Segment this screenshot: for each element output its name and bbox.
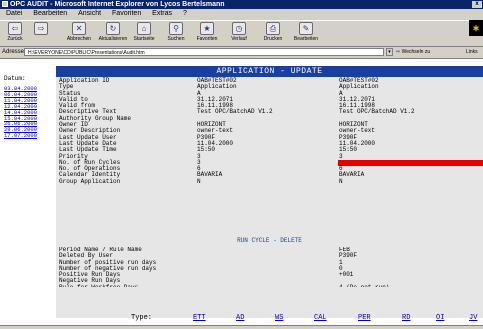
type-link-oi[interactable]: OI [436,312,444,324]
menu-ansicht[interactable]: Ansicht [78,10,101,17]
audit-panel: APPLICATION - UPDATE Application ID OAB#T… [56,66,483,322]
search-button[interactable]: ⚲ Suchen [164,22,188,42]
type-link-per[interactable]: PER [358,312,371,324]
close-button[interactable]: x [472,1,482,8]
status-bar [0,325,483,329]
date-list: 03.04.2000 06.04.2000 11.04.2000 12.04.2… [4,86,37,139]
home-button[interactable]: ⌂ Startseite [131,22,157,42]
type-link-ett[interactable]: ETT [193,312,206,324]
old-value: N [197,177,201,185]
home-icon: ⌂ [137,22,151,35]
date-label: Datum: [4,75,26,82]
date-link[interactable]: 17.07.2000 [4,133,37,139]
type-link-cal[interactable]: CAL [314,312,327,324]
stop-icon: ✕ [72,22,86,35]
field-label: Rule for Workfree Days [59,284,138,287]
date-sidebar: Datum: 03.04.2000 06.04.2000 11.04.2000 … [0,59,52,325]
type-link-ws[interactable]: WS [275,312,283,324]
type-link-jv[interactable]: JV [469,312,477,324]
field-value: 4 (Do not run) [339,284,389,287]
print-button[interactable]: ⎙ Drucken [262,22,284,42]
address-bar: Adresse H:\EVERYONE\CD\PUBLIC\Presentati… [0,47,483,58]
menu-extras[interactable]: Extras [152,10,172,17]
run-cycle-table: Period Name / Rule Name FEB Deleted By Use… [58,247,482,287]
print-icon: ⎙ [266,22,280,35]
section2-header: RUN CYCLE - DELETE [56,237,483,245]
address-label: Adresse [2,49,25,55]
back-button[interactable]: ⇦ Zurück [4,22,26,42]
forward-button[interactable]: ⇨ [32,22,50,36]
go-arrow-icon: ⇨ [396,49,401,55]
table-row: Rule for Workfree Days 4 (Do not run) [58,284,482,287]
type-label: Type: [131,314,153,322]
type-links: Type: ETT AD WS CAL PER RD OI JV [56,312,483,324]
address-dropdown-icon[interactable]: ▾ [386,48,393,56]
menu-datei[interactable]: Datei [6,10,22,17]
menu-favoriten[interactable]: Favoriten [112,10,141,17]
favorites-button[interactable]: ★ Favoriten [195,22,219,42]
table-row: Group Application N N [58,177,482,185]
type-link-ad[interactable]: AD [236,312,244,324]
menu-help[interactable]: ? [183,10,187,17]
title-bar: OPC AUDIT - Microsoft Internet Explorer … [0,0,483,9]
menu-bearbeiten[interactable]: Bearbeiten [33,10,67,17]
refresh-button[interactable]: ↻ Aktualisieren [96,22,130,42]
new-value: N [339,177,343,185]
back-arrow-icon: ⇦ [8,22,22,35]
history-button[interactable]: ◷ Verlauf [228,22,250,42]
edit-icon: ✎ [299,22,313,35]
forward-arrow-icon: ⇨ [34,22,48,35]
menu-bar: Datei Bearbeiten Ansicht Favoriten Extra… [0,9,483,19]
refresh-icon: ↻ [106,22,120,35]
history-icon: ◷ [232,22,246,35]
field-label: Group Application [59,177,121,185]
favorites-icon: ★ [200,22,214,35]
page-content: Datum: 03.04.2000 06.04.2000 11.04.2000 … [0,58,483,325]
links-button[interactable]: Links [466,47,478,58]
address-input[interactable]: H:\EVERYONE\CD\PUBLIC\Presentations\Audi… [24,48,384,56]
application-table: Application ID OAB#TEST#02 OAB#TEST#02 Type… [58,77,483,185]
go-button[interactable]: ⇨ Wechseln zu [396,47,430,58]
lycos-logo: ∗ [469,20,483,36]
toolbar: ⇦ Zurück ⇨ ✕ Abbrechen ↻ Aktualisieren ⌂ Sta… [0,20,483,47]
section-header: APPLICATION - UPDATE [56,66,483,77]
type-link-rd[interactable]: RD [402,312,410,324]
stop-button[interactable]: ✕ Abbrechen [64,22,94,42]
ie-icon [2,1,8,7]
window-title: OPC AUDIT - Microsoft Internet Explorer … [10,1,225,8]
search-icon: ⚲ [169,22,183,35]
edit-button[interactable]: ✎ Bearbeiten [292,22,320,42]
